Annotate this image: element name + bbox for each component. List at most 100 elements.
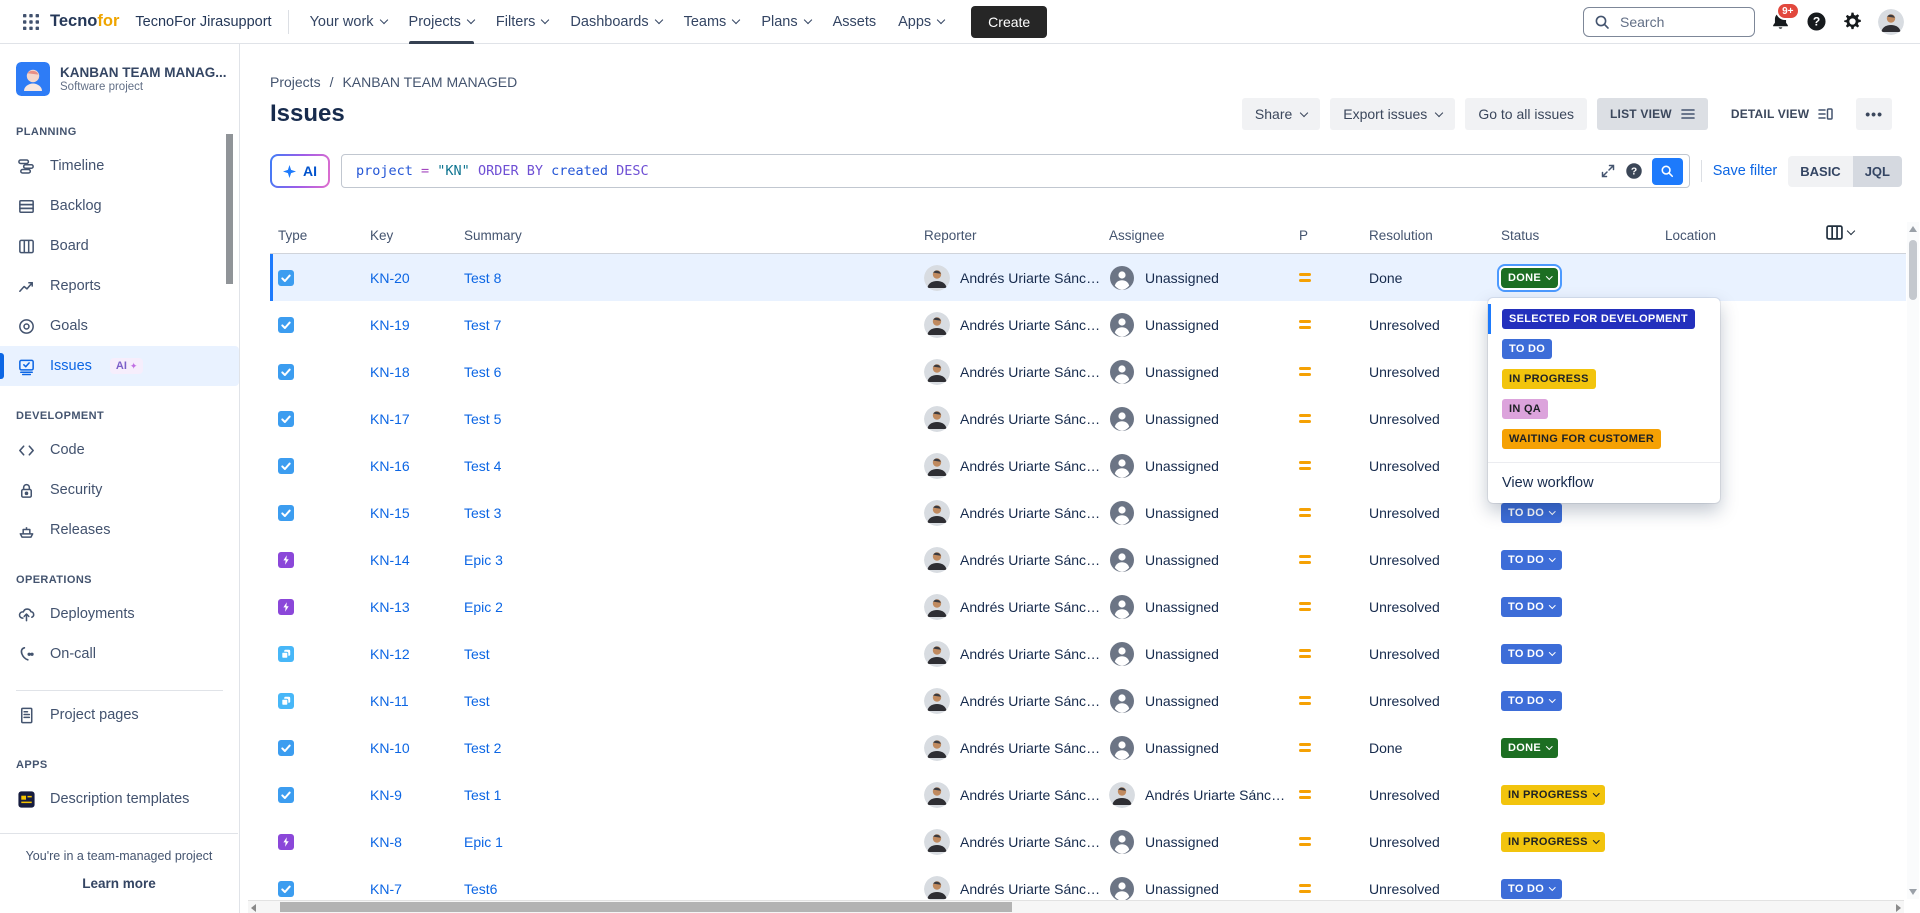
issue-summary-link[interactable]: Test 4 (464, 458, 501, 474)
issue-key-link[interactable]: KN-20 (370, 270, 410, 286)
scroll-down-arrow[interactable] (1909, 889, 1917, 895)
issue-summary-link[interactable]: Test 3 (464, 505, 501, 521)
sidebar-item-on-call[interactable]: On-call (0, 634, 239, 674)
column-header-p[interactable]: P (1291, 228, 1361, 243)
sidebar-item-goals[interactable]: Goals (0, 306, 239, 346)
issue-key-link[interactable]: KN-14 (370, 552, 410, 568)
issue-summary-link[interactable]: Test (464, 646, 490, 662)
priority-cell[interactable] (1291, 649, 1361, 658)
status-badge[interactable]: TO DO (1501, 644, 1562, 664)
reporter-cell[interactable]: Andrés Uriarte Sánchez (916, 876, 1101, 902)
issue-summary-link[interactable]: Epic 3 (464, 552, 503, 568)
nav-item-teams[interactable]: Teams (673, 0, 751, 44)
global-search[interactable] (1583, 7, 1755, 37)
column-header-status[interactable]: Status (1493, 228, 1657, 243)
run-query-button[interactable] (1652, 158, 1683, 185)
reporter-cell[interactable]: Andrés Uriarte Sánchez (916, 782, 1101, 808)
breadcrumb-projects-link[interactable]: Projects (270, 74, 321, 90)
table-row[interactable]: KN-10Test 2Andrés Uriarte SánchezUnassig… (270, 724, 1906, 771)
status-badge[interactable]: IN PROGRESS (1501, 785, 1605, 805)
priority-cell[interactable] (1291, 602, 1361, 611)
help-button[interactable]: ? (1806, 11, 1827, 32)
scroll-left-arrow[interactable] (251, 904, 256, 912)
status-badge[interactable]: TO DO (1501, 503, 1562, 523)
status-option-waiting-for-customer[interactable]: WAITING FOR CUSTOMER (1488, 424, 1720, 454)
sidebar-item-issues[interactable]: IssuesAI✦ (0, 346, 239, 386)
issue-key-link[interactable]: KN-17 (370, 411, 410, 427)
ai-query-button[interactable]: AI (270, 154, 330, 188)
status-option-todo[interactable]: TO DO (1488, 334, 1720, 364)
issue-key-link[interactable]: KN-18 (370, 364, 410, 380)
site-name[interactable]: TecnoFor Jirasupport (135, 14, 271, 30)
priority-cell[interactable] (1291, 367, 1361, 376)
nav-item-plans[interactable]: Plans (750, 0, 821, 44)
priority-cell[interactable] (1291, 837, 1361, 846)
table-row[interactable]: KN-20Test 8Andrés Uriarte SánchezUnassig… (270, 254, 1906, 301)
reporter-cell[interactable]: Andrés Uriarte Sánchez (916, 829, 1101, 855)
reporter-cell[interactable]: Andrés Uriarte Sánchez (916, 453, 1101, 479)
issue-key-link[interactable]: KN-8 (370, 834, 402, 850)
status-option-selected-for-development[interactable]: SELECTED FOR DEVELOPMENT (1488, 304, 1720, 334)
reporter-cell[interactable]: Andrés Uriarte Sánchez (916, 359, 1101, 385)
column-header-summary[interactable]: Summary (456, 228, 916, 243)
expand-icon[interactable] (1600, 163, 1616, 179)
issue-summary-link[interactable]: Test 2 (464, 740, 501, 756)
sidebar-scrollbar-thumb[interactable] (226, 134, 233, 284)
issue-summary-link[interactable]: Test 5 (464, 411, 501, 427)
priority-cell[interactable] (1291, 273, 1361, 282)
syntax-help-icon[interactable]: ? (1625, 162, 1643, 180)
reporter-cell[interactable]: Andrés Uriarte Sánchez (916, 594, 1101, 620)
issue-key-link[interactable]: KN-11 (370, 693, 409, 709)
sidebar-item-project-pages[interactable]: Project pages (0, 695, 239, 735)
priority-cell[interactable] (1291, 555, 1361, 564)
horizontal-scrollbar[interactable] (248, 900, 1904, 913)
nav-item-your-work[interactable]: Your work (299, 0, 398, 44)
status-badge[interactable]: TO DO (1501, 597, 1562, 617)
table-row[interactable]: KN-12TestAndrés Uriarte SánchezUnassigne… (270, 630, 1906, 677)
issue-key-link[interactable]: KN-9 (370, 787, 402, 803)
table-row[interactable]: KN-14Epic 3Andrés Uriarte SánchezUnassig… (270, 536, 1906, 583)
reporter-cell[interactable]: Andrés Uriarte Sánchez (916, 265, 1101, 291)
search-input[interactable] (1618, 13, 1744, 31)
priority-cell[interactable] (1291, 320, 1361, 329)
view-workflow-action[interactable]: View workflow (1488, 462, 1720, 503)
issue-key-link[interactable]: KN-19 (370, 317, 410, 333)
table-row[interactable]: KN-8 Epic 1 Andrés Uriarte SánchezUnassign… (270, 818, 1906, 865)
priority-cell[interactable] (1291, 461, 1361, 470)
table-row[interactable]: KN-13Epic 2Andrés Uriarte SánchezUnassig… (270, 583, 1906, 630)
priority-cell[interactable] (1291, 696, 1361, 705)
assignee-cell[interactable]: Unassigned (1101, 829, 1291, 855)
issue-summary-link[interactable]: Test 1 (464, 787, 501, 803)
assignee-cell[interactable]: Unassigned (1101, 688, 1291, 714)
issue-summary-link[interactable]: Test (464, 693, 490, 709)
nav-item-projects[interactable]: Projects (398, 0, 485, 44)
column-header-assignee[interactable]: Assignee (1101, 228, 1291, 243)
breadcrumb-project-link[interactable]: KANBAN TEAM MANAGED (342, 74, 517, 90)
issue-summary-link[interactable]: Epic 2 (464, 599, 503, 615)
assignee-cell[interactable]: Unassigned (1101, 641, 1291, 667)
assignee-cell[interactable]: Unassigned (1101, 265, 1291, 291)
issue-key-link[interactable]: KN-10 (370, 740, 410, 756)
status-badge[interactable]: DONE (1501, 268, 1558, 288)
issue-summary-link[interactable]: Test6 (464, 881, 497, 897)
issue-summary-link[interactable]: Test 7 (464, 317, 501, 333)
issue-key-link[interactable]: KN-12 (370, 646, 410, 662)
sidebar-item-security[interactable]: Security (0, 470, 239, 510)
table-row[interactable]: KN-11TestAndrés Uriarte SánchezUnassigne… (270, 677, 1906, 724)
vertical-scrollbar[interactable] (1907, 222, 1919, 899)
scroll-right-arrow[interactable] (1896, 904, 1901, 912)
issue-summary-link[interactable]: Epic 1 (464, 834, 503, 850)
scroll-up-arrow[interactable] (1909, 226, 1917, 232)
priority-cell[interactable] (1291, 790, 1361, 799)
column-header-key[interactable]: Key (362, 228, 456, 243)
nav-item-apps[interactable]: Apps (887, 0, 955, 44)
reporter-cell[interactable]: Andrés Uriarte Sánchez (916, 312, 1101, 338)
sidebar-item-releases[interactable]: Releases (0, 510, 239, 550)
export-issues-button[interactable]: Export issues (1330, 98, 1455, 130)
status-badge[interactable]: TO DO (1501, 550, 1562, 570)
issue-key-link[interactable]: KN-13 (370, 599, 410, 615)
basic-toggle[interactable]: BASIC (1788, 156, 1852, 187)
priority-cell[interactable] (1291, 508, 1361, 517)
create-button[interactable]: Create (971, 6, 1047, 38)
priority-cell[interactable] (1291, 743, 1361, 752)
